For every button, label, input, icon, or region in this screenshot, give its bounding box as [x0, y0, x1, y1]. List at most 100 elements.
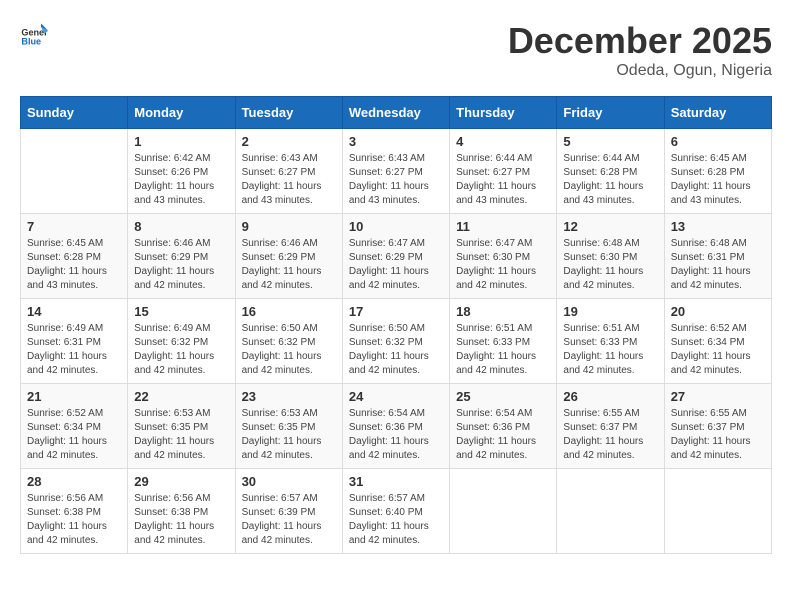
day-cell: 12 Sunrise: 6:48 AMSunset: 6:30 PMDayligh… — [557, 214, 664, 299]
week-row-3: 14Sunrise: 6:49 AMSunset: 6:31 PMDayligh… — [21, 299, 772, 384]
day-cell: 23 Sunrise: 6:53 AMSunset: 6:35 PMDayligh… — [235, 384, 342, 469]
day-number: 30 — [242, 474, 336, 489]
day-number: 3 — [349, 134, 443, 149]
day-info: Sunrise: 6:50 AMSunset: 6:32 PMDaylight:… — [242, 322, 336, 378]
day-info: Sunrise: 6:48 AMSunset: 6:30 PMDaylight:… — [563, 237, 657, 293]
day-cell: 10 Sunrise: 6:47 AMSunset: 6:29 PMDayligh… — [342, 214, 449, 299]
day-number: 9 — [242, 219, 336, 234]
day-info: Sunrise: 6:45 AMSunset: 6:28 PMDaylight:… — [671, 152, 765, 208]
day-info: Sunrise: 6:50 AMSunset: 6:32 PMDaylight:… — [349, 322, 443, 378]
svg-text:Blue: Blue — [21, 37, 41, 47]
day-cell: 7 Sunrise: 6:45 AMSunset: 6:28 PMDaylight… — [21, 214, 128, 299]
day-number: 31 — [349, 474, 443, 489]
day-info: Sunrise: 6:46 AMSunset: 6:29 PMDaylight:… — [242, 237, 336, 293]
day-cell: 24 Sunrise: 6:54 AMSunset: 6:36 PMDayligh… — [342, 384, 449, 469]
page-header: General Blue December 2025 Odeda, Ogun, … — [20, 20, 772, 80]
weekday-header-monday: Monday — [128, 97, 235, 129]
day-info: Sunrise: 6:55 AMSunset: 6:37 PMDaylight:… — [563, 407, 657, 463]
day-cell: 27 Sunrise: 6:55 AMSunset: 6:37 PMDayligh… — [664, 384, 771, 469]
day-number: 22 — [134, 389, 228, 404]
day-info: Sunrise: 6:54 AMSunset: 6:36 PMDaylight:… — [349, 407, 443, 463]
day-cell: 6 Sunrise: 6:45 AMSunset: 6:28 PMDaylight… — [664, 129, 771, 214]
day-info: Sunrise: 6:44 AMSunset: 6:27 PMDaylight:… — [456, 152, 550, 208]
weekday-header-friday: Friday — [557, 97, 664, 129]
day-number: 24 — [349, 389, 443, 404]
day-info: Sunrise: 6:47 AMSunset: 6:29 PMDaylight:… — [349, 237, 443, 293]
day-number: 25 — [456, 389, 550, 404]
day-info: Sunrise: 6:54 AMSunset: 6:36 PMDaylight:… — [456, 407, 550, 463]
day-cell: 20Sunrise: 6:52 AMSunset: 6:34 PMDayligh… — [664, 299, 771, 384]
day-cell: 17 Sunrise: 6:50 AMSunset: 6:32 PMDayligh… — [342, 299, 449, 384]
day-cell: 8 Sunrise: 6:46 AMSunset: 6:29 PMDaylight… — [128, 214, 235, 299]
day-info: Sunrise: 6:56 AMSunset: 6:38 PMDaylight:… — [134, 492, 228, 548]
day-cell: 15Sunrise: 6:49 AMSunset: 6:32 PMDayligh… — [128, 299, 235, 384]
logo-icon: General Blue — [20, 20, 48, 48]
day-info: Sunrise: 6:44 AMSunset: 6:28 PMDaylight:… — [563, 152, 657, 208]
day-number: 27 — [671, 389, 765, 404]
day-info: Sunrise: 6:43 AMSunset: 6:27 PMDaylight:… — [349, 152, 443, 208]
day-number: 14 — [27, 304, 121, 319]
day-number: 19 — [563, 304, 657, 319]
weekday-header-saturday: Saturday — [664, 97, 771, 129]
day-cell: 9 Sunrise: 6:46 AMSunset: 6:29 PMDaylight… — [235, 214, 342, 299]
day-cell: 18Sunrise: 6:51 AMSunset: 6:33 PMDayligh… — [450, 299, 557, 384]
day-cell: 28 Sunrise: 6:56 AMSunset: 6:38 PMDayligh… — [21, 469, 128, 554]
day-number: 4 — [456, 134, 550, 149]
day-info: Sunrise: 6:57 AMSunset: 6:40 PMDaylight:… — [349, 492, 443, 548]
day-info: Sunrise: 6:43 AMSunset: 6:27 PMDaylight:… — [242, 152, 336, 208]
day-number: 6 — [671, 134, 765, 149]
weekday-header-sunday: Sunday — [21, 97, 128, 129]
day-info: Sunrise: 6:46 AMSunset: 6:29 PMDaylight:… — [134, 237, 228, 293]
day-cell — [21, 129, 128, 214]
day-info: Sunrise: 6:53 AMSunset: 6:35 PMDaylight:… — [134, 407, 228, 463]
day-cell: 13 Sunrise: 6:48 AMSunset: 6:31 PMDayligh… — [664, 214, 771, 299]
day-cell — [557, 469, 664, 554]
title-area: December 2025 Odeda, Ogun, Nigeria — [508, 20, 772, 80]
day-info: Sunrise: 6:52 AMSunset: 6:34 PMDaylight:… — [671, 322, 765, 378]
day-info: Sunrise: 6:55 AMSunset: 6:37 PMDaylight:… — [671, 407, 765, 463]
week-row-1: 1 Sunrise: 6:42 AMSunset: 6:26 PMDaylight… — [21, 129, 772, 214]
day-number: 7 — [27, 219, 121, 234]
day-number: 10 — [349, 219, 443, 234]
day-number: 17 — [349, 304, 443, 319]
day-cell — [664, 469, 771, 554]
day-info: Sunrise: 6:53 AMSunset: 6:35 PMDaylight:… — [242, 407, 336, 463]
week-row-2: 7 Sunrise: 6:45 AMSunset: 6:28 PMDaylight… — [21, 214, 772, 299]
day-info: Sunrise: 6:56 AMSunset: 6:38 PMDaylight:… — [27, 492, 121, 548]
day-info: Sunrise: 6:51 AMSunset: 6:33 PMDaylight:… — [456, 322, 550, 378]
day-number: 21 — [27, 389, 121, 404]
day-number: 28 — [27, 474, 121, 489]
day-number: 2 — [242, 134, 336, 149]
day-info: Sunrise: 6:52 AMSunset: 6:34 PMDaylight:… — [27, 407, 121, 463]
day-number: 1 — [134, 134, 228, 149]
day-cell: 19Sunrise: 6:51 AMSunset: 6:33 PMDayligh… — [557, 299, 664, 384]
day-cell: 14Sunrise: 6:49 AMSunset: 6:31 PMDayligh… — [21, 299, 128, 384]
day-cell: 5 Sunrise: 6:44 AMSunset: 6:28 PMDaylight… — [557, 129, 664, 214]
day-cell: 21 Sunrise: 6:52 AMSunset: 6:34 PMDayligh… — [21, 384, 128, 469]
day-number: 29 — [134, 474, 228, 489]
day-info: Sunrise: 6:49 AMSunset: 6:32 PMDaylight:… — [134, 322, 228, 378]
day-cell: 2 Sunrise: 6:43 AMSunset: 6:27 PMDaylight… — [235, 129, 342, 214]
day-cell: 25 Sunrise: 6:54 AMSunset: 6:36 PMDayligh… — [450, 384, 557, 469]
day-cell: 11Sunrise: 6:47 AMSunset: 6:30 PMDayligh… — [450, 214, 557, 299]
month-title: December 2025 — [508, 20, 772, 62]
week-row-5: 28 Sunrise: 6:56 AMSunset: 6:38 PMDayligh… — [21, 469, 772, 554]
day-cell: 16 Sunrise: 6:50 AMSunset: 6:32 PMDayligh… — [235, 299, 342, 384]
day-number: 13 — [671, 219, 765, 234]
day-number: 8 — [134, 219, 228, 234]
day-info: Sunrise: 6:48 AMSunset: 6:31 PMDaylight:… — [671, 237, 765, 293]
day-cell: 3 Sunrise: 6:43 AMSunset: 6:27 PMDaylight… — [342, 129, 449, 214]
day-cell: 1 Sunrise: 6:42 AMSunset: 6:26 PMDaylight… — [128, 129, 235, 214]
day-info: Sunrise: 6:45 AMSunset: 6:28 PMDaylight:… — [27, 237, 121, 293]
day-number: 5 — [563, 134, 657, 149]
day-number: 12 — [563, 219, 657, 234]
weekday-header-tuesday: Tuesday — [235, 97, 342, 129]
day-number: 16 — [242, 304, 336, 319]
day-number: 23 — [242, 389, 336, 404]
day-info: Sunrise: 6:42 AMSunset: 6:26 PMDaylight:… — [134, 152, 228, 208]
day-cell — [450, 469, 557, 554]
day-info: Sunrise: 6:57 AMSunset: 6:39 PMDaylight:… — [242, 492, 336, 548]
day-number: 11 — [456, 219, 550, 234]
day-cell: 30 Sunrise: 6:57 AMSunset: 6:39 PMDayligh… — [235, 469, 342, 554]
location-title: Odeda, Ogun, Nigeria — [508, 62, 772, 80]
